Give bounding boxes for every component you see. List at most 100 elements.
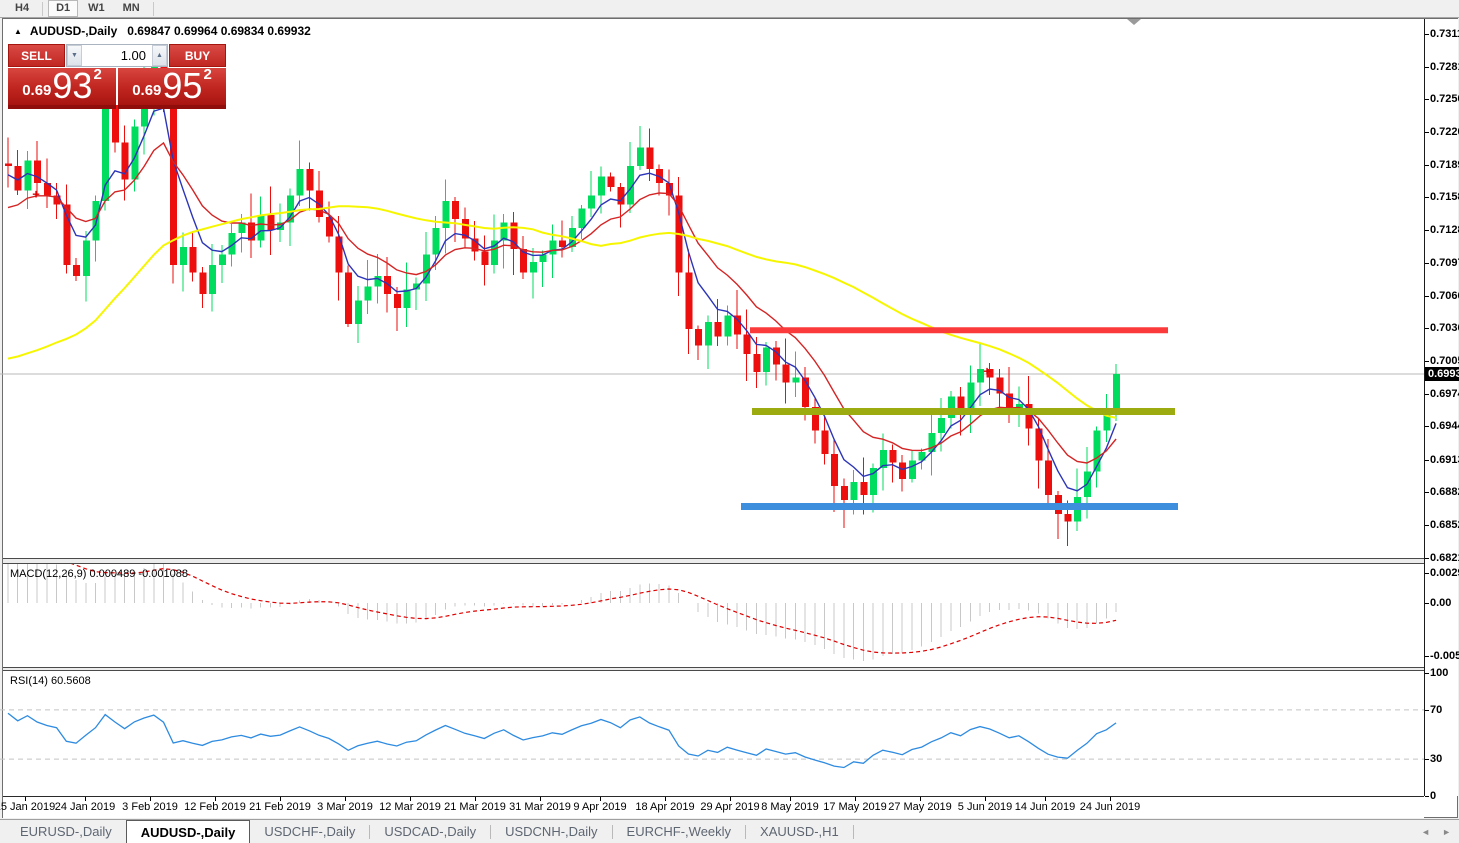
axis-tick	[1425, 263, 1429, 265]
axis-tick	[1425, 361, 1429, 363]
price-tick-label: 0.68825	[1430, 486, 1459, 499]
date-label: 24 Jan 2019	[54, 801, 116, 813]
tab-usdchf-daily[interactable]: USDCHF-,Daily	[250, 820, 369, 843]
axis-tick	[1425, 573, 1429, 575]
tab-eurusd-daily[interactable]: EURUSD-,Daily	[6, 820, 126, 843]
timeframe-h4[interactable]: H4	[7, 0, 37, 17]
buy-price-pip: 2	[203, 66, 212, 83]
volume-input[interactable]: 1.00	[82, 45, 152, 66]
sell-price-pip: 2	[93, 66, 102, 83]
volume-decrease-icon[interactable]: ▼	[67, 45, 82, 66]
chart-ohlc-quote: 0.69847 0.69964 0.69834 0.69932	[127, 24, 311, 38]
tab-eurchf-weekly[interactable]: EURCHF-,Weekly	[613, 820, 746, 843]
toolbar-separator	[152, 1, 154, 16]
macd-tick-label: 0.002984	[1430, 567, 1459, 580]
trade-marker-icon: +	[983, 363, 991, 379]
pane-splitter[interactable]	[3, 558, 1424, 564]
date-label: 12 Mar 2019	[379, 801, 441, 813]
tab-usdcad-daily[interactable]: USDCAD-,Daily	[370, 820, 490, 843]
axis-tick	[1425, 328, 1429, 330]
date-label: 8 May 2019	[761, 801, 819, 813]
date-label: 12 Feb 2019	[184, 801, 246, 813]
toolbar-separator	[42, 1, 44, 16]
symbol-tab-bar: EURUSD-,Daily AUDUSD-,Daily USDCHF-,Dail…	[0, 819, 1459, 843]
axis-tick	[1425, 66, 1429, 68]
sell-button[interactable]: SELL	[8, 44, 65, 67]
price-tick-label: 0.70970	[1430, 257, 1459, 270]
date-axis[interactable]: 15 Jan 2019 24 Jan 2019 3 Feb 2019 12 Feb 2…	[0, 796, 1424, 818]
axis-tick	[1425, 459, 1429, 461]
rsi-tick-label: 70	[1430, 703, 1443, 716]
pane-splitter[interactable]	[3, 667, 1424, 671]
axis-tick	[1425, 295, 1429, 297]
date-label: 17 May 2019	[823, 801, 887, 813]
price-tick-label: 0.70050	[1430, 355, 1459, 368]
sell-price-big: 93	[52, 65, 93, 106]
buy-price-button[interactable]: 0.69 95 2	[118, 66, 226, 109]
price-tick-label: 0.69130	[1430, 453, 1459, 466]
price-axis[interactable]: 0.73115 0.72810 0.72505 0.72200 0.71890 0.715…	[1424, 19, 1459, 802]
price-tick-label: 0.69745	[1430, 387, 1459, 400]
timeframe-mn[interactable]: MN	[115, 0, 148, 17]
tabs-scroll-right-icon[interactable]: ►	[1442, 827, 1451, 837]
macd-tick-label: 0.00	[1430, 597, 1452, 609]
axis-tick	[1425, 655, 1429, 657]
axis-tick	[1425, 759, 1429, 761]
date-label: 21 Mar 2019	[444, 801, 506, 813]
axis-tick	[1425, 164, 1429, 166]
tab-xauusd-h1[interactable]: XAUUSD-,H1	[746, 820, 853, 843]
price-tick-label: 0.73115	[1430, 27, 1459, 40]
rsi-tick-label: 30	[1430, 753, 1443, 766]
axis-tick	[1425, 393, 1429, 395]
timeframe-w1[interactable]: W1	[80, 0, 113, 17]
axis-tick	[1425, 197, 1429, 199]
price-tick-label: 0.72810	[1430, 60, 1459, 73]
sell-price-prefix: 0.69	[22, 82, 52, 99]
axis-tick	[1425, 131, 1429, 133]
axis-tick	[1425, 603, 1429, 604]
candlestick-series	[5, 48, 1121, 547]
buy-button[interactable]: BUY	[169, 44, 226, 67]
chart-title: ▲ AUDUSD-,Daily 0.69847 0.69964 0.69834 …	[14, 24, 311, 38]
volume-increase-icon[interactable]: ▲	[152, 45, 167, 66]
price-tick-label: 0.72200	[1430, 125, 1459, 138]
date-label: 3 Mar 2019	[317, 801, 373, 813]
volume-spinner: ▼ 1.00 ▲	[66, 44, 168, 67]
date-label: 18 Apr 2019	[635, 801, 695, 813]
rsi-tick-label: 0	[1430, 790, 1437, 802]
axis-tick	[1425, 426, 1429, 428]
rsi-pane[interactable]	[0, 671, 1424, 796]
price-tick-label: 0.71280	[1430, 223, 1459, 236]
macd-pane[interactable]	[0, 564, 1424, 667]
timeframe-d1[interactable]: D1	[48, 0, 79, 17]
chart-symbol-label: AUDUSD-,Daily	[29, 24, 118, 38]
axis-tick	[1425, 796, 1429, 797]
buy-price-prefix: 0.69	[132, 82, 162, 99]
one-click-trading-panel: SELL ▼ 1.00 ▲ BUY 0.69 93 2 0.69 95 2	[8, 44, 226, 109]
date-label: 15 Jan 2019	[0, 801, 56, 813]
axis-tick	[1425, 709, 1429, 711]
price-tick-label: 0.70665	[1430, 289, 1459, 302]
axis-tick	[1425, 524, 1429, 526]
chart-shift-marker-icon[interactable]	[1127, 19, 1141, 25]
collapse-panel-icon[interactable]: ▲	[14, 27, 22, 36]
tab-usdcnh-daily[interactable]: USDCNH-,Daily	[491, 820, 611, 843]
tab-audusd-daily[interactable]: AUDUSD-,Daily	[125, 820, 251, 843]
date-label: 9 Apr 2019	[573, 801, 627, 813]
trade-marker-icon: +	[32, 186, 40, 202]
price-tick-label: 0.70360	[1430, 322, 1459, 335]
date-label: 24 Jun 2019	[1079, 801, 1141, 813]
date-label: 3 Feb 2019	[122, 801, 178, 813]
tab-separator	[852, 824, 854, 839]
tabs-scroll-left-icon[interactable]: ◄	[1421, 827, 1430, 837]
price-tick-label: 0.71890	[1430, 158, 1459, 171]
axis-tick	[1425, 492, 1429, 494]
sell-price-button[interactable]: 0.69 93 2	[8, 65, 116, 109]
date-label: 27 May 2019	[888, 801, 952, 813]
trading-platform-window: H4 D1 W1 MN ▲ AUDUSD-,Daily 0.69847 0.69…	[0, 0, 1459, 843]
macd-indicator-label: MACD(12,26,9) 0.000489 -0.001088	[10, 568, 188, 580]
rsi-tick-label: 100	[1430, 667, 1449, 679]
price-tick-label: 0.71585	[1430, 191, 1459, 204]
price-tick-label: 0.72505	[1430, 93, 1459, 106]
price-tick-label: 0.69440	[1430, 420, 1459, 433]
